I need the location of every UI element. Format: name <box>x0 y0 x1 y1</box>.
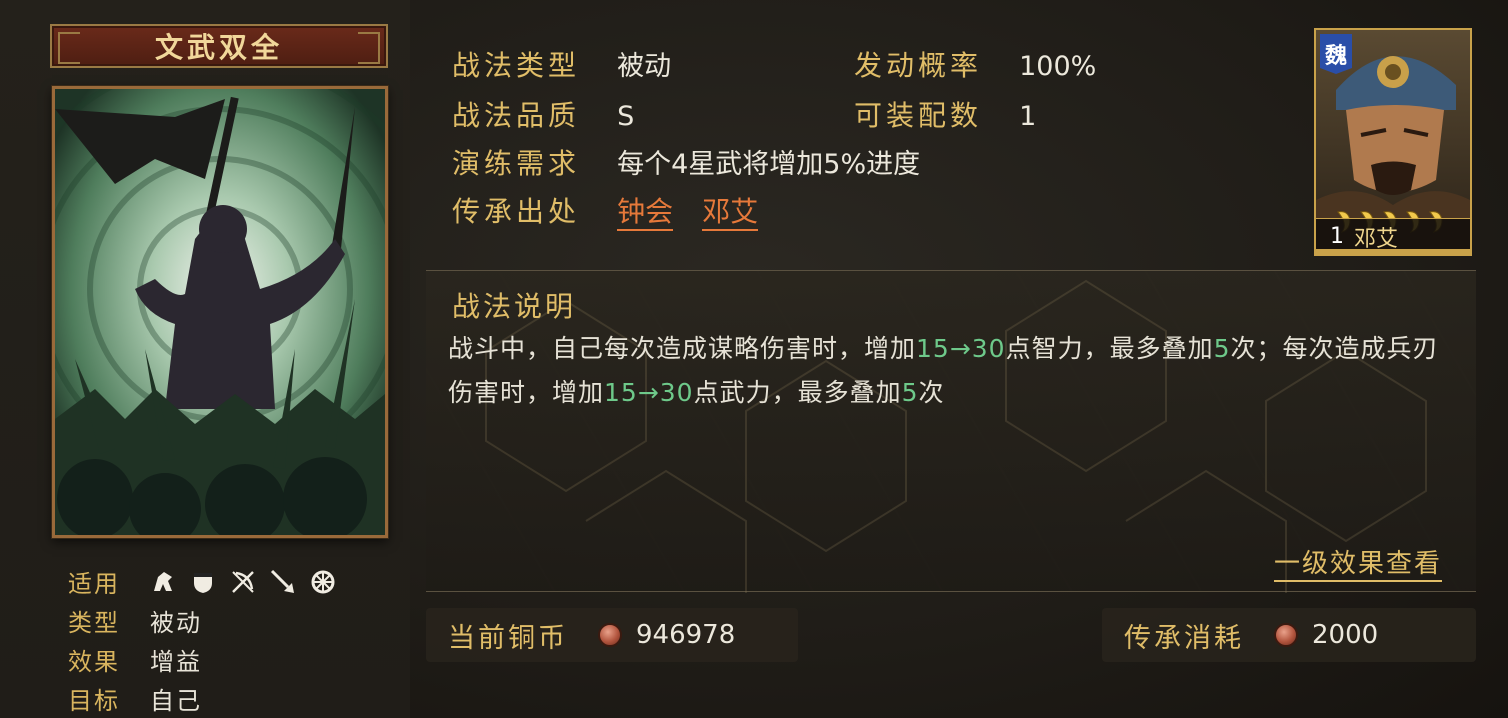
info-label: 发动概率 <box>854 49 983 82</box>
info-value: S <box>617 101 635 132</box>
info-label: 传承出处 <box>452 195 581 228</box>
attr-value: 自己 <box>150 687 202 715</box>
skill-attributes: 适用 类型 被动 效果 增益 目标 自己 <box>68 562 368 718</box>
current-coins-box: 当前铜币 946978 <box>426 608 798 662</box>
general-portrait-card[interactable]: 魏 1 邓艾 <box>1314 28 1472 256</box>
copper-coin-icon <box>598 623 622 647</box>
attr-key: 适用 <box>68 570 120 598</box>
copper-coin-icon <box>1274 623 1298 647</box>
description-text-part: 次 <box>918 378 945 407</box>
info-quality: 战法品质 S <box>452 94 634 134</box>
info-source: 传承出处 钟会 邓艾 <box>452 190 782 231</box>
spear-icon <box>270 569 296 595</box>
description-text-part: 点智力，最多叠加 <box>1005 334 1214 363</box>
attr-row-target: 目标 自己 <box>68 679 368 718</box>
general-level: 1 <box>1330 224 1344 249</box>
source-link-zhonghui[interactable]: 钟会 <box>617 195 674 231</box>
skill-description-panel: 战法说明 战斗中，自己每次造成谋略伤害时，增加15→30点智力，最多叠加5次；每… <box>426 270 1476 593</box>
inherit-cost-value: 2000 <box>1312 620 1379 650</box>
shield-icon <box>190 569 216 595</box>
skill-name: 文武双全 <box>154 31 283 64</box>
attr-value: 被动 <box>150 609 202 637</box>
info-type: 战法类型 被动 <box>452 44 671 84</box>
info-label: 可装配数 <box>854 99 983 132</box>
info-value: 被动 <box>617 51 672 82</box>
bow-icon <box>230 569 256 595</box>
description-title: 战法说明 <box>452 290 577 323</box>
attr-row-type: 类型 被动 <box>68 601 368 640</box>
attr-key: 效果 <box>68 648 120 676</box>
info-label: 战法品质 <box>452 99 581 132</box>
info-label: 演练需求 <box>452 147 581 180</box>
description-text-part: 点武力，最多叠加 <box>693 378 902 407</box>
warrior-silhouette-illustration <box>55 89 385 535</box>
cavalry-icon <box>150 569 176 595</box>
source-link-dengai[interactable]: 邓艾 <box>702 195 759 231</box>
attr-value: 增益 <box>150 648 202 676</box>
description-text-part: 战斗中，自己每次造成谋略伤害时，增加 <box>448 334 917 363</box>
info-value: 100% <box>1019 51 1097 82</box>
inherit-cost-box: 传承消耗 2000 <box>1102 608 1476 662</box>
info-training: 演练需求 每个4星武将增加5%进度 <box>452 142 920 182</box>
attr-row-effect: 效果 增益 <box>68 640 368 679</box>
attr-row-applicable: 适用 <box>68 562 368 601</box>
portrait-bottom-bar <box>1316 249 1470 254</box>
info-equip-count: 可装配数 1 <box>854 94 1036 134</box>
skill-title-plate: 文武双全 <box>50 24 388 68</box>
attr-key: 目标 <box>68 687 120 715</box>
skill-card-art <box>52 86 388 538</box>
info-value: 1 <box>1019 101 1037 132</box>
vehicle-wheel-icon <box>310 569 336 595</box>
info-label: 战法类型 <box>452 49 581 82</box>
info-value: 每个4星武将增加5%进度 <box>617 149 921 180</box>
general-name: 邓艾 <box>1354 226 1399 252</box>
current-coins-value: 946978 <box>636 620 736 650</box>
info-rate: 发动概率 100% <box>854 44 1096 84</box>
attr-key: 类型 <box>68 609 120 637</box>
current-coins-label: 当前铜币 <box>448 622 568 654</box>
description-highlight-value: 5 <box>901 378 919 407</box>
inherit-cost-label: 传承消耗 <box>1124 622 1244 654</box>
description-highlight-value: 15→30 <box>604 378 694 407</box>
description-text: 战斗中，自己每次造成谋略伤害时，增加15→30点智力，最多叠加5次；每次造成兵刃… <box>448 327 1458 415</box>
troop-type-icons <box>150 569 336 595</box>
description-highlight-value: 5 <box>1213 334 1231 363</box>
faction-badge: 魏 <box>1320 34 1352 74</box>
description-highlight-value: 15→30 <box>916 334 1006 363</box>
level-one-effect-link[interactable]: 一级效果查看 <box>1273 543 1442 582</box>
